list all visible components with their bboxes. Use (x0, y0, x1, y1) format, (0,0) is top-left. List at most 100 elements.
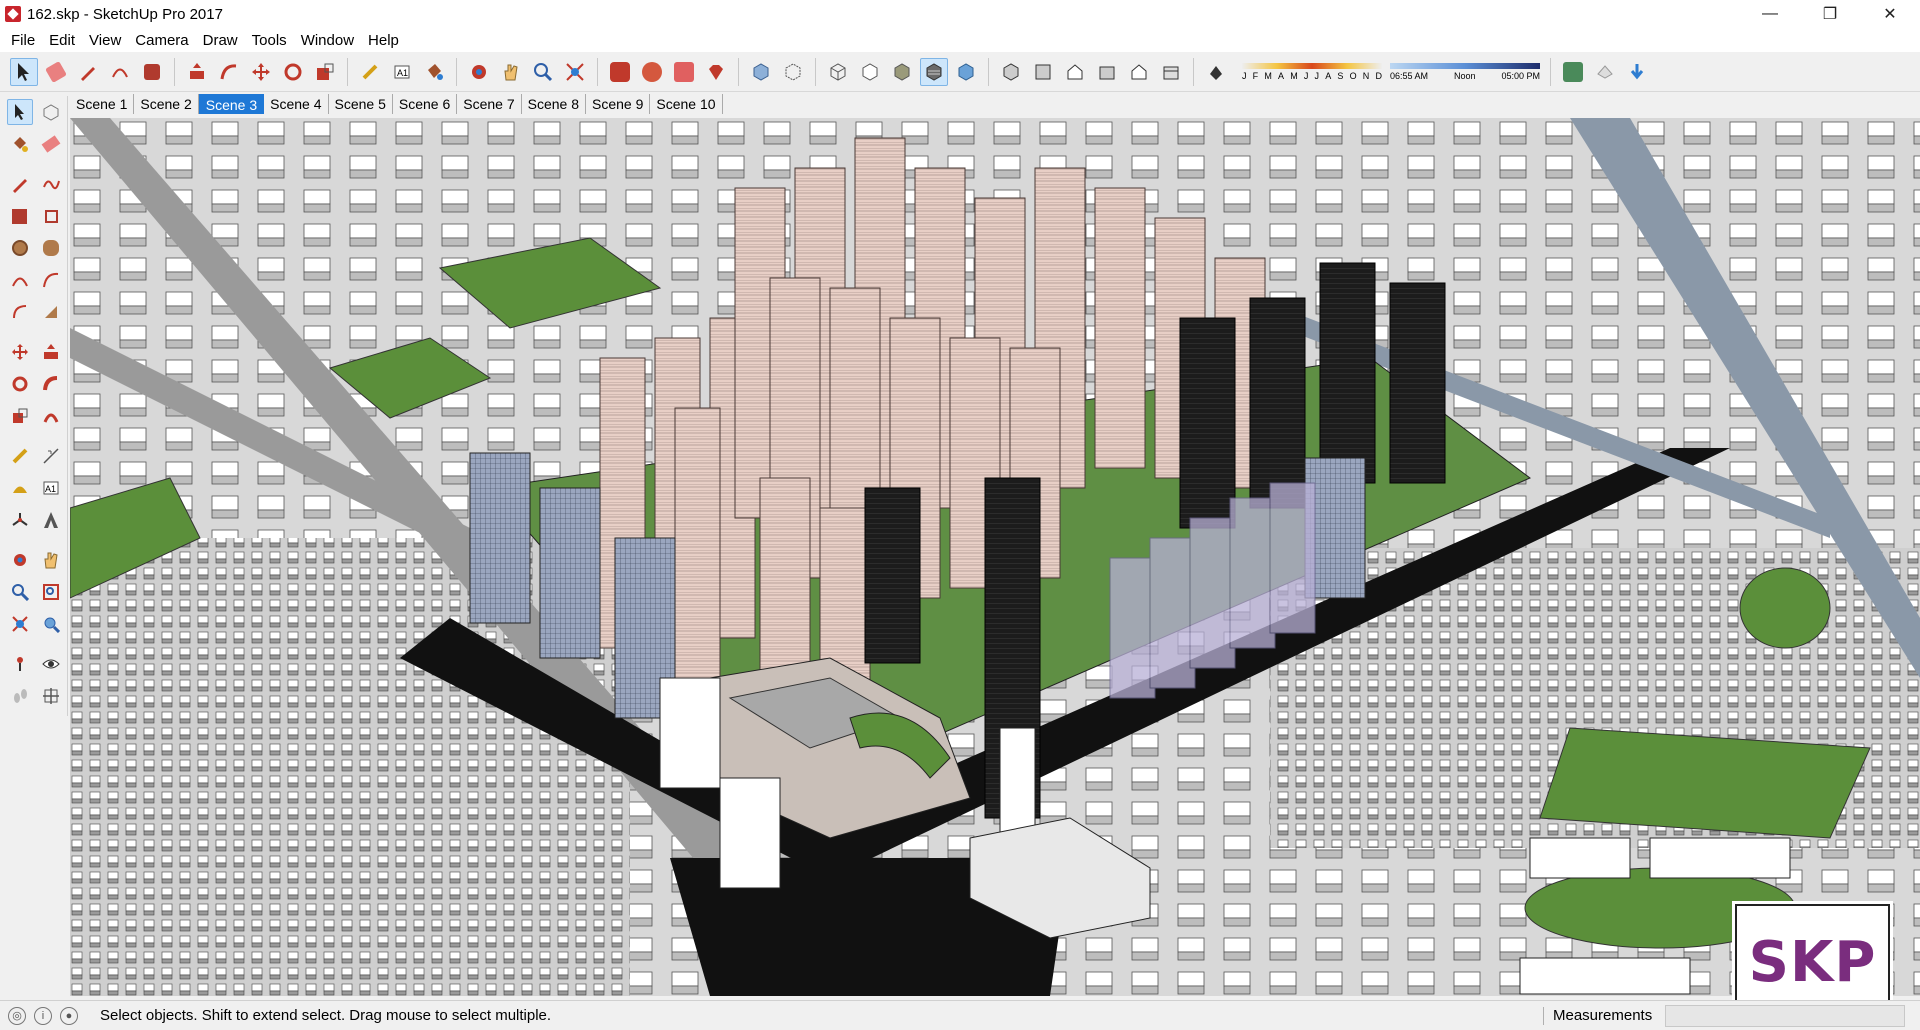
shadow-toggle-button[interactable] (1202, 58, 1230, 86)
shaded-button[interactable] (888, 58, 916, 86)
scale-tool[interactable] (7, 403, 33, 429)
info-icon[interactable]: i (34, 1006, 52, 1025)
rectangle-tool[interactable] (7, 203, 33, 229)
add-location-button[interactable] (1559, 58, 1587, 86)
look-around-tool[interactable] (39, 651, 65, 677)
move-tool-button[interactable] (247, 58, 275, 86)
rotate-tool[interactable] (7, 371, 33, 397)
freehand-tool[interactable] (39, 171, 65, 197)
hidden-line-button[interactable] (856, 58, 884, 86)
back-view-button[interactable] (1125, 58, 1153, 86)
eraser-tool[interactable] (39, 131, 65, 157)
zoom-tool[interactable] (7, 579, 33, 605)
paint-bucket-tool-button[interactable] (420, 58, 448, 86)
import-button[interactable] (1623, 58, 1651, 86)
walk-tool[interactable] (7, 683, 33, 709)
shadow-time-slider[interactable]: 06:55 AM Noon 05:00 PM (1390, 62, 1540, 81)
geo-location-icon[interactable]: ◎ (8, 1006, 26, 1025)
tab-scene-7[interactable]: Scene 7 (457, 94, 522, 114)
model-viewport[interactable] (70, 118, 1920, 996)
iso-view-button[interactable] (997, 58, 1025, 86)
tape-measure-tool[interactable] (7, 443, 33, 469)
text-tool-button[interactable]: A1 (388, 58, 416, 86)
close-button[interactable]: ✕ (1860, 0, 1920, 28)
minimize-button[interactable]: — (1740, 0, 1800, 28)
select-tool[interactable] (7, 99, 33, 125)
line-tool[interactable] (7, 171, 33, 197)
tab-scene-6[interactable]: Scene 6 (393, 94, 458, 114)
previous-view-tool[interactable] (39, 611, 65, 637)
follow-me-tool[interactable] (39, 371, 65, 397)
components-button[interactable] (638, 58, 666, 86)
orbit-tool[interactable] (7, 547, 33, 573)
tab-scene-9[interactable]: Scene 9 (586, 94, 651, 114)
rotate-tool-button[interactable] (279, 58, 307, 86)
top-view-button[interactable] (1029, 58, 1057, 86)
xray-button[interactable] (747, 58, 775, 86)
tab-scene-2[interactable]: Scene 2 (134, 94, 199, 114)
polygon-tool[interactable] (39, 235, 65, 261)
arc-tool[interactable] (7, 267, 33, 293)
tab-scene-5[interactable]: Scene 5 (329, 94, 393, 114)
user-icon[interactable]: ● (60, 1006, 78, 1025)
maximize-button[interactable]: ❐ (1800, 0, 1860, 28)
menu-edit[interactable]: Edit (42, 32, 82, 49)
menu-tools[interactable]: Tools (245, 32, 294, 49)
menu-help[interactable]: Help (361, 32, 406, 49)
move-tool[interactable] (7, 339, 33, 365)
two-point-arc-tool[interactable] (39, 267, 65, 293)
back-edges-button[interactable] (779, 58, 807, 86)
protractor-tool[interactable] (7, 475, 33, 501)
offset-tool[interactable] (39, 403, 65, 429)
front-view-button[interactable] (1061, 58, 1089, 86)
menu-camera[interactable]: Camera (128, 32, 195, 49)
zoom-extents-tool[interactable] (7, 611, 33, 637)
tab-scene-8[interactable]: Scene 8 (522, 94, 586, 114)
select-tool-button[interactable] (10, 57, 38, 86)
shadow-month-slider[interactable]: J F M A M J J A S O N D (1242, 62, 1382, 81)
3d-text-tool[interactable] (39, 507, 65, 533)
axes-tool[interactable] (7, 507, 33, 533)
paint-tool[interactable] (7, 131, 33, 157)
zoom-extents-tool-button[interactable] (561, 58, 589, 86)
scale-tool-button[interactable] (311, 58, 339, 86)
warehouse-button[interactable] (606, 58, 634, 86)
arc-tool-button[interactable] (106, 58, 134, 86)
circle-tool[interactable] (7, 235, 33, 261)
component-tool[interactable] (39, 99, 64, 125)
tape-tool-button[interactable] (356, 58, 384, 86)
shaded-textures-button[interactable] (920, 57, 948, 86)
orbit-tool-button[interactable] (465, 58, 493, 86)
wireframe-button[interactable] (824, 58, 852, 86)
pie-tool[interactable] (39, 299, 65, 325)
menu-file[interactable]: File (4, 32, 42, 49)
pan-tool-button[interactable] (497, 58, 525, 86)
right-view-button[interactable] (1093, 58, 1121, 86)
shape-tool-button[interactable] (138, 58, 166, 86)
menu-view[interactable]: View (82, 32, 128, 49)
extension-warehouse-button[interactable] (702, 58, 730, 86)
pan-tool[interactable] (39, 547, 65, 573)
eraser-tool-button[interactable] (42, 58, 70, 86)
zoom-window-tool[interactable] (39, 579, 65, 605)
menu-window[interactable]: Window (294, 32, 361, 49)
push-pull-tool[interactable] (39, 339, 65, 365)
tab-scene-10[interactable]: Scene 10 (650, 94, 723, 114)
left-view-button[interactable] (1157, 58, 1185, 86)
tab-scene-1[interactable]: Scene 1 (70, 94, 135, 114)
zoom-tool-button[interactable] (529, 58, 557, 86)
tab-scene-4[interactable]: Scene 4 (264, 94, 329, 114)
rotated-rectangle-tool[interactable] (39, 203, 65, 229)
pencil-tool-button[interactable] (74, 58, 102, 86)
position-camera-tool[interactable] (7, 651, 33, 677)
three-point-arc-tool[interactable] (7, 299, 33, 325)
monochrome-button[interactable] (952, 58, 980, 86)
push-pull-tool-button[interactable] (183, 58, 211, 86)
measurements-input[interactable] (1665, 1005, 1905, 1027)
section-plane-tool[interactable] (39, 683, 65, 709)
menu-draw[interactable]: Draw (196, 32, 245, 49)
follow-me-tool-button[interactable] (215, 58, 243, 86)
text-tool[interactable]: A1 (39, 475, 65, 501)
tab-scene-3[interactable]: Scene 3 (198, 94, 265, 114)
dimension-tool[interactable] (39, 443, 65, 469)
